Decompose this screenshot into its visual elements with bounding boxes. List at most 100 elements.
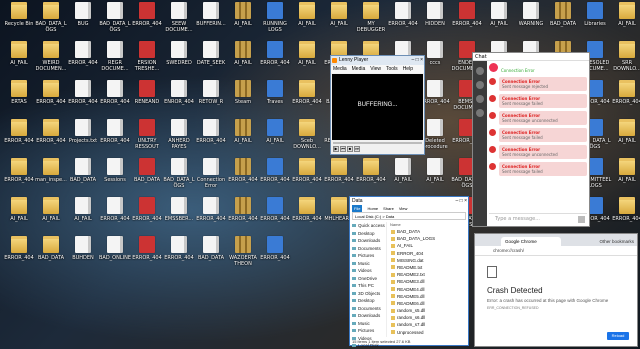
file-row[interactable]: random_s6.dll (390, 314, 466, 321)
desktop-icon[interactable]: ERSION TRESHE... (132, 41, 162, 81)
nav-item[interactable]: This PC (350, 282, 386, 290)
desktop-icon[interactable]: ENROR_404 (164, 80, 194, 120)
next-icon[interactable]: ⏭ (354, 146, 360, 152)
menu-media[interactable]: Media (333, 65, 347, 73)
desktop-icon[interactable]: AI_FAIL (612, 2, 640, 42)
explorer-titlebar[interactable]: Data – □ × (350, 197, 468, 205)
desktop-icon[interactable]: AI_FAIL (612, 119, 640, 159)
nav-item[interactable]: Pictures (350, 327, 386, 335)
desktop-icon[interactable]: DATE_SEEK (196, 41, 226, 81)
media-titlebar[interactable]: Lenny Player – □ × (331, 56, 424, 65)
nav-item[interactable]: Quick access (350, 222, 386, 230)
file-row[interactable]: Unprocessed (390, 329, 466, 336)
nav-item[interactable]: Downloads (350, 237, 386, 245)
stop-icon[interactable]: ■ (347, 146, 353, 152)
desktop-icon[interactable]: ERROR_404 (68, 80, 98, 120)
desktop-icon[interactable]: ERROR_404 (196, 119, 226, 159)
nav-item[interactable]: 3D Objects (350, 290, 386, 298)
desktop-icon[interactable]: AI_FAIL (36, 197, 66, 237)
nav-item[interactable]: Downloads (350, 312, 386, 320)
file-row[interactable]: random_s7.dll (390, 321, 466, 328)
address-bar[interactable]: Local Disk (C:) > Data (352, 212, 466, 220)
ribbon-view[interactable]: View (399, 205, 408, 212)
desktop-icon[interactable]: ERROR_404 (100, 119, 130, 159)
seek-bar[interactable] (333, 142, 422, 144)
desktop-icon[interactable]: AI_FAIL (612, 158, 640, 198)
nav-item[interactable]: Videos (350, 267, 386, 275)
desktop-icon[interactable]: ERROR_404 (260, 158, 290, 198)
desktop-icon[interactable]: ERROR_404 (132, 236, 162, 276)
window-controls[interactable]: – □ × (412, 56, 424, 65)
desktop-icon[interactable]: UNLTRY RESSOUT (132, 119, 162, 159)
desktop-icon[interactable]: REGR DOCUME... (100, 41, 130, 81)
video-area[interactable]: BUFFERING... (332, 74, 423, 140)
desktop-icon[interactable]: AI_FAIL (292, 2, 322, 42)
desktop-icon[interactable]: BAD_DATA_LOGS (163, 158, 195, 198)
desktop-icon[interactable]: BUFFERIN... (196, 2, 226, 42)
window-controls[interactable]: – □ × (456, 197, 468, 205)
desktop-icon[interactable]: ERROR_404 (164, 236, 194, 276)
desktop-icon[interactable]: SRR DOWNLO... (612, 41, 640, 81)
file-row[interactable]: MISSING.dat (390, 257, 466, 264)
desktop-icon[interactable]: ERROR_404 (36, 80, 66, 120)
message-input[interactable]: Type a message... (489, 213, 587, 224)
desktop-icon[interactable]: ERROR_404 (324, 158, 354, 198)
ribbon-share[interactable]: Share (383, 205, 394, 212)
chrome-window[interactable]: Google Chrome Other bookmarks chrome://c… (474, 233, 638, 347)
desktop-icon[interactable]: AI_FAIL (4, 197, 34, 237)
file-row[interactable]: README5.dll (390, 293, 466, 300)
desktop-icon[interactable]: WEIRD DOCUMEN... (36, 41, 66, 81)
desktop-icon[interactable]: RENEAND (132, 80, 162, 120)
desktop-icon[interactable]: SWEDRED (164, 41, 194, 81)
desktop-icon[interactable]: Recycle Bin (4, 2, 34, 42)
omnibox[interactable]: chrome://crash/ (475, 246, 637, 256)
desktop-icon[interactable]: AI_FAIL (420, 158, 450, 198)
calls-icon[interactable] (476, 95, 484, 103)
desktop-icon[interactable]: AI_FAIL (228, 41, 258, 81)
file-row[interactable]: BAD_DATA_LOGS (390, 235, 466, 242)
desktop-icon[interactable]: EMSSBER... (164, 197, 194, 237)
desktop-icon[interactable]: MY DEBUGGER (356, 2, 386, 42)
desktop-icon[interactable]: Steam (228, 80, 258, 120)
desktop-icon[interactable]: BAD_DATA_LOGS (99, 2, 131, 42)
other-bookmarks[interactable]: Other bookmarks (599, 237, 634, 246)
desktop-icon[interactable]: AI_FAIL (292, 41, 322, 81)
desktop-icon[interactable]: Libraries (580, 2, 610, 42)
nav-item[interactable]: Music (350, 260, 386, 268)
menu-view[interactable]: View (370, 65, 381, 73)
desktop-icon[interactable]: Traves (260, 80, 290, 120)
desktop-icon[interactable]: BUG (68, 2, 98, 42)
desktop-icon[interactable]: AI_FAIL (260, 119, 290, 159)
desktop-icon[interactable]: AI_FAIL (228, 2, 258, 42)
desktop-icon[interactable]: ERROR_404 (388, 2, 418, 42)
tab-chrome[interactable]: Google Chrome (501, 237, 561, 246)
media-player-window[interactable]: Lenny Player – □ × Media Media View Tool… (330, 55, 425, 155)
desktop-icon[interactable]: WARNING (516, 2, 546, 42)
play-icon[interactable]: ▶ (333, 146, 339, 152)
desktop-icon[interactable]: AI_FAIL (68, 197, 98, 237)
reload-button[interactable]: Reload (607, 332, 629, 340)
menu-media-2[interactable]: Media (352, 65, 366, 73)
nav-item[interactable]: Music (350, 320, 386, 328)
desktop-icon[interactable]: man_inspe... (35, 158, 67, 198)
nav-item[interactable]: Documents (350, 305, 386, 313)
desktop-icon[interactable]: BAD_DATA_LOGS (35, 2, 67, 42)
desktop-icon[interactable]: SEEW DOCUME... (164, 2, 194, 42)
desktop-icon[interactable]: ERROR_404 (452, 2, 482, 42)
ribbon-file[interactable]: File (352, 205, 363, 212)
desktop-icon[interactable]: BAD_DATA (196, 236, 226, 276)
nav-item[interactable]: Pictures (350, 252, 386, 260)
desktop-icon[interactable]: ERROR_404 (68, 41, 98, 81)
menu-tools[interactable]: Tools (386, 65, 398, 73)
desktop-icon[interactable]: AI_FAIL (484, 2, 514, 42)
file-row[interactable]: README.txt (390, 264, 466, 271)
nav-item[interactable]: Desktop (350, 230, 386, 238)
desktop-icon[interactable]: ANHERD PAYES (164, 119, 194, 159)
desktop-icon[interactable]: HIDDEN (420, 2, 450, 42)
desktop-icon[interactable]: ERROR_404 (36, 119, 66, 159)
desktop-icon[interactable]: ERROR_404 (196, 197, 226, 237)
desktop-icon[interactable]: WAZOERTA THEON (228, 236, 258, 276)
desktop-icon[interactable]: ERROR_404 (260, 41, 290, 81)
desktop-icon[interactable]: Connection Error (196, 158, 226, 198)
desktop-icon[interactable]: ERROR_404 (292, 197, 322, 237)
